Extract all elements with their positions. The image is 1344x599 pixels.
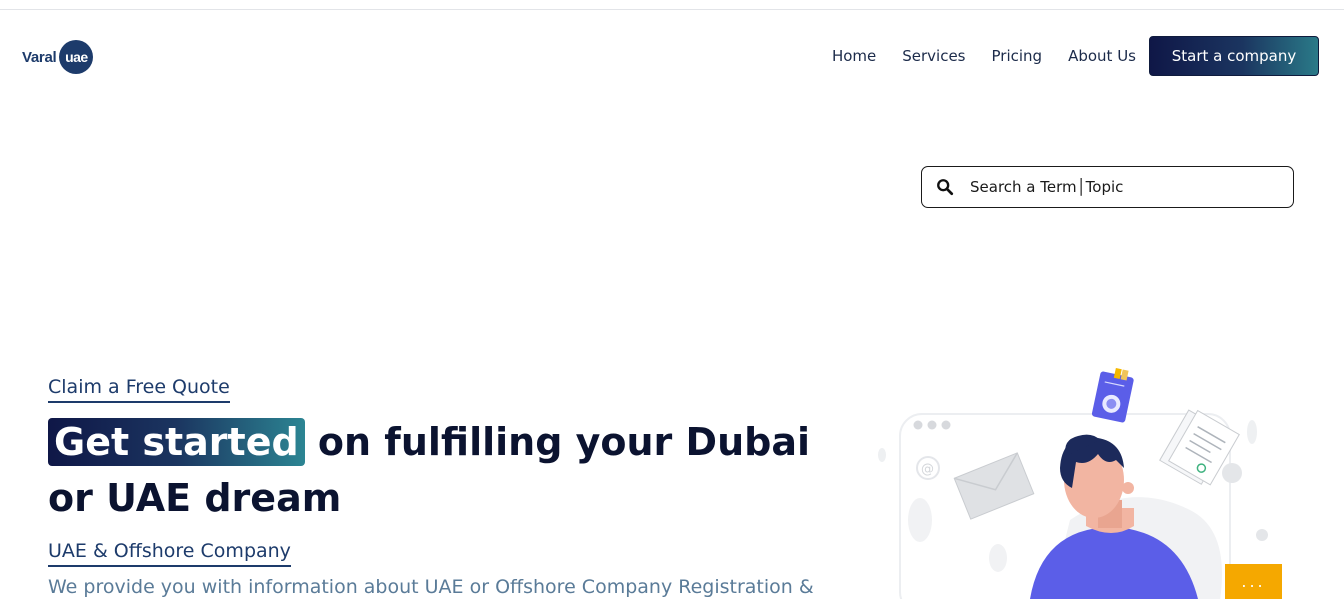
hero-description: We provide you with information about UA…: [48, 576, 814, 598]
nav-about-us[interactable]: About Us: [1068, 47, 1136, 65]
nav-services[interactable]: Services: [902, 47, 965, 65]
offshore-company-link[interactable]: UAE & Offshore Company: [48, 540, 291, 567]
logo[interactable]: Varal uae: [22, 40, 94, 74]
main-nav: Home Services Pricing About Us Start a c…: [832, 36, 1319, 76]
nav-pricing[interactable]: Pricing: [992, 47, 1043, 65]
logo-badge: uae: [59, 40, 94, 74]
more-options-button[interactable]: ...: [1225, 564, 1282, 599]
top-divider: [0, 9, 1344, 10]
search-input[interactable]: [970, 178, 1270, 196]
logo-text: Varal: [22, 48, 57, 66]
search-icon: [937, 179, 954, 196]
headline-highlight: Get started: [48, 418, 305, 466]
claim-quote-link[interactable]: Claim a Free Quote: [48, 376, 230, 403]
search-box[interactable]: [921, 166, 1294, 208]
svg-text:@: @: [921, 462, 934, 477]
start-company-button[interactable]: Start a company: [1149, 36, 1319, 76]
hero-headline: Get started on fulfilling your Dubai or …: [48, 414, 848, 526]
nav-home[interactable]: Home: [832, 47, 876, 65]
